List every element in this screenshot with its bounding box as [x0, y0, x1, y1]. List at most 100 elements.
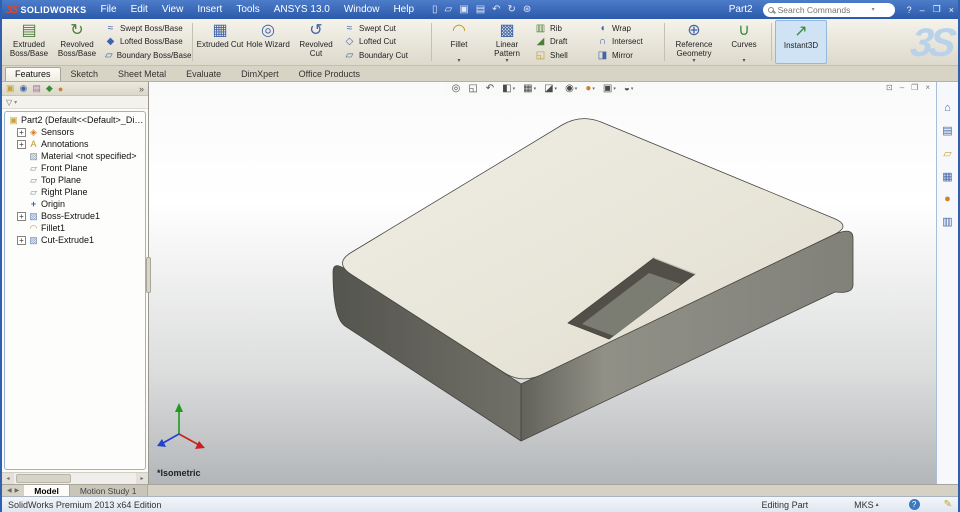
wrap-button[interactable]: ◖ Wrap — [595, 23, 659, 34]
hide-show-items-icon[interactable]: ◉ ▾ — [565, 83, 577, 94]
displaymanager-tab-icon[interactable]: ● — [58, 84, 63, 94]
tab-dimxpert[interactable]: DimXpert — [231, 67, 289, 81]
tree-item-part-root[interactable]: ▣ Part2 (Default<<Default>_Display... — [5, 114, 145, 126]
menu-insert[interactable]: Insert — [191, 3, 228, 16]
new-document-icon[interactable]: ▯ — [432, 4, 438, 15]
rib-button[interactable]: ▥ Rib — [533, 23, 591, 34]
mirror-button[interactable]: ◨ Mirror — [595, 50, 659, 61]
view-settings-icon[interactable]: ◒ ▾ — [624, 83, 634, 94]
expand-toggle[interactable]: + — [17, 139, 26, 149]
lofted-cut-button[interactable]: ◇ Lofted Cut — [342, 36, 426, 47]
swept-cut-button[interactable]: ≈ Swept Cut — [342, 23, 426, 34]
configurationmanager-tab-icon[interactable]: ▤ — [32, 83, 41, 94]
menu-file[interactable]: File — [94, 3, 122, 16]
panel-splitter-handle[interactable] — [146, 257, 151, 293]
minimize-button[interactable]: – — [920, 5, 925, 15]
status-help-icon[interactable]: ? — [908, 499, 920, 510]
chevron-down-icon[interactable]: ▾ — [872, 6, 875, 13]
filter-funnel-icon[interactable]: ▽ — [6, 98, 12, 107]
apply-scene-icon[interactable]: ▣ ▾ — [603, 83, 616, 94]
doc-window-close-icon[interactable]: × — [925, 83, 930, 92]
extruded-boss-base-button[interactable]: ▤ Extruded Boss/Base — [5, 20, 53, 64]
close-button[interactable]: × — [949, 5, 954, 15]
extruded-cut-button[interactable]: ▦ Extruded Cut — [196, 20, 244, 64]
expand-toggle[interactable]: + — [17, 127, 26, 137]
design-library-icon[interactable]: ▤ — [942, 124, 952, 137]
scroll-left-icon[interactable]: ◂ — [2, 473, 14, 484]
menu-window[interactable]: Window — [338, 3, 386, 16]
view-orientation-icon[interactable]: ▦ ▾ — [523, 83, 536, 94]
scrollbar-thumb[interactable] — [16, 474, 71, 483]
fillet-button[interactable]: ◠ Fillet — [435, 20, 483, 64]
scroll-right-icon[interactable]: ▸ — [136, 473, 148, 484]
instant3d-button[interactable]: ↗ Instant3D — [775, 20, 827, 64]
section-view-icon[interactable]: ◧ ▾ — [502, 83, 515, 94]
custom-properties-icon[interactable]: ▥ — [942, 215, 952, 228]
tree-item-right-plane[interactable]: ▱ Right Plane — [5, 186, 145, 198]
save-icon[interactable]: ▣ — [459, 4, 468, 15]
tree-item-boss-extrude1[interactable]: + ▧ Boss-Extrude1 — [5, 210, 145, 222]
print-icon[interactable]: ▤ — [476, 4, 485, 15]
tab-office-products[interactable]: Office Products — [289, 67, 370, 81]
doc-window-minimize-icon[interactable]: – — [900, 83, 904, 92]
menu-help[interactable]: Help — [387, 3, 420, 16]
featuremanager-tab-icon[interactable]: ▣ — [6, 83, 15, 94]
menu-ansys[interactable]: ANSYS 13.0 — [268, 3, 336, 16]
tree-item-front-plane[interactable]: ▱ Front Plane — [5, 162, 145, 174]
tab-sheet-metal[interactable]: Sheet Metal — [108, 67, 176, 81]
tree-item-annotations[interactable]: + A Annotations — [5, 138, 145, 150]
search-commands-box[interactable]: ▾ — [762, 2, 895, 17]
doc-window-restore-icon[interactable]: ❐ — [911, 83, 918, 92]
shell-button[interactable]: ◱ Shell — [533, 50, 591, 61]
revolved-boss-base-button[interactable]: ↻ Revolved Boss/Base — [53, 20, 101, 64]
tree-item-cut-extrude1[interactable]: + ▨ Cut-Extrude1 — [5, 234, 145, 246]
reference-geometry-button[interactable]: ⊕ Reference Geometry — [668, 20, 720, 64]
lofted-boss-base-button[interactable]: ◆ Lofted Boss/Base — [103, 36, 187, 47]
intersect-button[interactable]: ∩ Intersect — [595, 36, 659, 47]
tree-item-origin[interactable]: + Origin — [5, 198, 145, 210]
display-style-icon[interactable]: ◪ ▾ — [544, 83, 557, 94]
propertymanager-tab-icon[interactable]: ◉ — [20, 83, 28, 94]
expand-toggle[interactable]: + — [17, 211, 26, 221]
expand-toggle[interactable]: + — [17, 235, 26, 245]
swept-boss-base-button[interactable]: ≈ Swept Boss/Base — [103, 23, 187, 34]
file-explorer-icon[interactable]: ▱ — [943, 147, 951, 160]
scrollbar-track[interactable] — [14, 473, 136, 484]
view-palette-icon[interactable]: ▦ — [942, 170, 952, 183]
tree-item-material[interactable]: ▨ Material <not specified> — [5, 150, 145, 162]
boundary-boss-base-button[interactable]: ▱ Boundary Boss/Base — [103, 50, 191, 61]
tab-model[interactable]: Model — [24, 485, 70, 496]
panel-overflow-chevrons[interactable]: » — [139, 84, 144, 94]
zoom-fit-icon[interactable]: ◎ — [452, 83, 461, 94]
open-icon[interactable]: ▱ — [445, 4, 453, 15]
previous-view-icon[interactable]: ↶ — [486, 83, 494, 94]
tree-item-sensors[interactable]: + ◈ Sensors — [5, 126, 145, 138]
undo-icon[interactable]: ↶ — [492, 4, 500, 15]
options-icon[interactable]: ⊛ — [523, 4, 531, 15]
appearances-scenes-icon[interactable]: ● — [944, 193, 951, 205]
status-customize-icon[interactable]: ✎ — [944, 499, 952, 510]
rebuild-icon[interactable]: ↻ — [508, 4, 516, 15]
tree-horizontal-scrollbar[interactable]: ◂ ▸ — [2, 472, 148, 484]
revolved-cut-button[interactable]: ↺ Revolved Cut — [292, 20, 340, 64]
draft-button[interactable]: ◢ Draft — [533, 36, 591, 47]
units-selector[interactable]: MKS — [854, 500, 879, 510]
graphics-viewport[interactable]: ◎ ◱ ↶ ◧ ▾ ▦ ▾ ◪ ▾ ◉ ▾ ● ▾ ▣ ▾ ◒ ▾ ⊡ – ❐ × — [149, 82, 936, 484]
part-3d-model[interactable] — [149, 82, 936, 484]
solidworks-resources-icon[interactable]: ⌂ — [944, 102, 951, 114]
help-button[interactable]: ? — [907, 5, 912, 15]
zoom-area-icon[interactable]: ◱ — [468, 83, 477, 94]
tree-item-fillet1[interactable]: ◠ Fillet1 — [5, 222, 145, 234]
hole-wizard-button[interactable]: ◎ Hole Wizard — [244, 20, 292, 64]
menu-view[interactable]: View — [156, 3, 190, 16]
tree-item-top-plane[interactable]: ▱ Top Plane — [5, 174, 145, 186]
menu-edit[interactable]: Edit — [125, 3, 154, 16]
linear-pattern-button[interactable]: ▩ Linear Pattern — [483, 20, 531, 64]
restore-button[interactable]: ❐ — [933, 4, 941, 15]
menu-tools[interactable]: Tools — [230, 3, 265, 16]
tab-motion-study-1[interactable]: Motion Study 1 — [69, 485, 148, 496]
doc-window-expand-icon[interactable]: ⊡ — [886, 83, 893, 92]
search-commands-input[interactable] — [777, 4, 868, 15]
chevron-down-icon[interactable]: ▾ — [14, 99, 17, 106]
curves-button[interactable]: ∪ Curves — [720, 20, 768, 64]
